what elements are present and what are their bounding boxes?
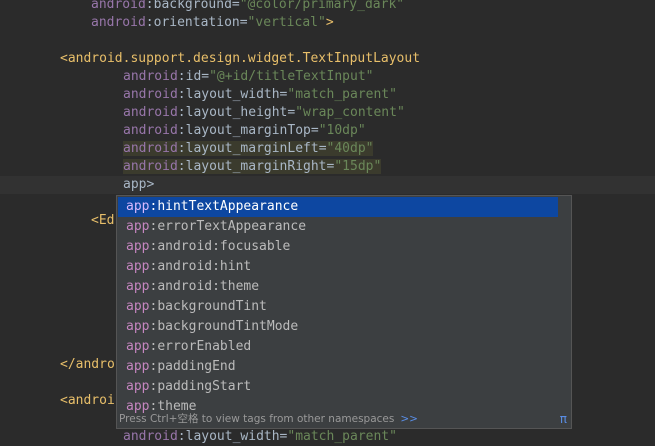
item-attribute-name: android:theme — [157, 279, 260, 294]
item-attribute-name: backgroundTintMode — [157, 319, 299, 334]
autocomplete-item[interactable]: app:backgroundTint — [118, 297, 558, 317]
item-namespace-prefix: app — [126, 379, 150, 394]
autocomplete-item[interactable]: app:android:hint — [118, 257, 558, 277]
item-namespace-prefix: app — [126, 199, 150, 214]
code-line: </andro — [60, 356, 115, 374]
item-attribute-name: paddingEnd — [157, 359, 236, 374]
attr-namespace: android — [123, 69, 178, 84]
code-line: <androi — [60, 392, 115, 410]
attr-name: layout_marginRight — [185, 159, 327, 174]
attr-value: "match_parent" — [287, 87, 397, 102]
pi-icon[interactable]: π — [560, 411, 567, 427]
attr-name: layout_marginTop — [185, 123, 311, 138]
code-line: android:layout_marginLeft="40dp" — [123, 141, 374, 156]
autocomplete-item[interactable]: app:android:theme — [118, 277, 558, 297]
tag-open-bracket: < — [60, 51, 68, 66]
tag-name: android.support.design.widget.TextInputL… — [67, 51, 421, 66]
attr-value: "10dp" — [318, 123, 366, 138]
attr-namespace: android — [123, 87, 178, 102]
popup-scrollbar[interactable] — [557, 197, 570, 411]
code-line: android:layout_width="match_parent" — [123, 429, 397, 444]
item-namespace-prefix: app — [126, 339, 150, 354]
item-attribute-name: paddingStart — [157, 379, 252, 394]
attr-value: "@+id/titleTextInput" — [209, 69, 374, 84]
attr-name: orientation — [153, 15, 240, 30]
code-line: android:orientation="vertical"> — [91, 15, 334, 30]
autocomplete-item[interactable]: app:paddingStart — [118, 377, 558, 397]
autocomplete-item[interactable]: app:android:focusable — [118, 237, 558, 257]
item-namespace-prefix: app — [126, 259, 150, 274]
item-attribute-name: errorTextAppearance — [157, 219, 307, 234]
attr-namespace: android — [123, 105, 178, 120]
attr-name: layout_width — [185, 87, 280, 102]
attr-name: id — [185, 69, 202, 84]
item-namespace-prefix: app — [126, 239, 150, 254]
code-line: <Ed — [91, 212, 114, 230]
attr-value: "40dp" — [326, 141, 374, 156]
item-attribute-name: hintTextAppearance — [157, 199, 299, 214]
autocomplete-item[interactable]: app:hintTextAppearance — [118, 197, 558, 217]
attr-value: "wrap_content" — [295, 105, 405, 120]
item-namespace-prefix: app — [126, 279, 150, 294]
attr-name: layout_width — [185, 429, 280, 444]
item-namespace-prefix: app — [126, 359, 150, 374]
tag-fragment: <Ed — [91, 213, 115, 228]
tag-close: > — [325, 15, 334, 30]
code-line: android:layout_marginRight="15dp" — [123, 159, 382, 174]
code-line: android:layout_height="wrap_content" — [123, 105, 405, 120]
attr-value: "match_parent" — [287, 429, 397, 444]
code-line: android:layout_width="match_parent" — [123, 87, 397, 102]
footer-hint-text: Press Ctrl+空格 to view tags from other na… — [119, 413, 395, 425]
attr-name: layout_height — [185, 105, 288, 120]
attr-namespace: android — [91, 15, 146, 30]
attr-value: "vertical" — [247, 15, 326, 30]
attr-value: "@color/primary_dark" — [239, 0, 405, 12]
attr-name: background — [153, 0, 232, 12]
tag-fragment: </andro — [60, 357, 115, 372]
item-attribute-name: android:hint — [157, 259, 252, 274]
attr-name: layout_marginLeft — [185, 141, 319, 156]
code-line: android:layout_marginTop="10dp" — [123, 123, 366, 138]
attr-namespace: android — [91, 0, 146, 12]
tag-fragment: <androi — [60, 393, 115, 408]
item-namespace-prefix: app — [126, 219, 150, 234]
attr-namespace: android — [123, 123, 178, 138]
namespace-link[interactable]: >> — [400, 413, 418, 425]
attr-namespace: android — [123, 141, 178, 156]
autocomplete-item[interactable]: app:backgroundTintMode — [118, 317, 558, 337]
item-attribute-name: backgroundTint — [157, 299, 267, 314]
code-line: android:id="@+id/titleTextInput" — [123, 69, 374, 84]
popup-footer: Press Ctrl+空格 to view tags from other na… — [118, 411, 571, 427]
item-namespace-prefix: app — [126, 319, 150, 334]
attr-value: "15dp" — [334, 159, 382, 174]
item-namespace-prefix: app — [126, 299, 150, 314]
autocomplete-item[interactable]: app:errorTextAppearance — [118, 217, 558, 237]
attr-namespace: android — [123, 429, 178, 444]
current-line[interactable]: app> — [0, 176, 655, 194]
code-line: android:background="@color/primary_dark" — [91, 0, 404, 14]
autocomplete-item[interactable]: app:paddingEnd — [118, 357, 558, 377]
code-line: <android.support.design.widget.TextInput… — [60, 50, 420, 68]
item-attribute-name: errorEnabled — [157, 339, 252, 354]
attr-namespace: android — [123, 159, 178, 174]
autocomplete-item[interactable]: app:errorEnabled — [118, 337, 558, 357]
typed-text: app> — [123, 177, 155, 192]
autocomplete-popup[interactable]: app:hintTextAppearance app:errorTextAppea… — [116, 195, 572, 429]
item-attribute-name: android:focusable — [157, 239, 291, 254]
